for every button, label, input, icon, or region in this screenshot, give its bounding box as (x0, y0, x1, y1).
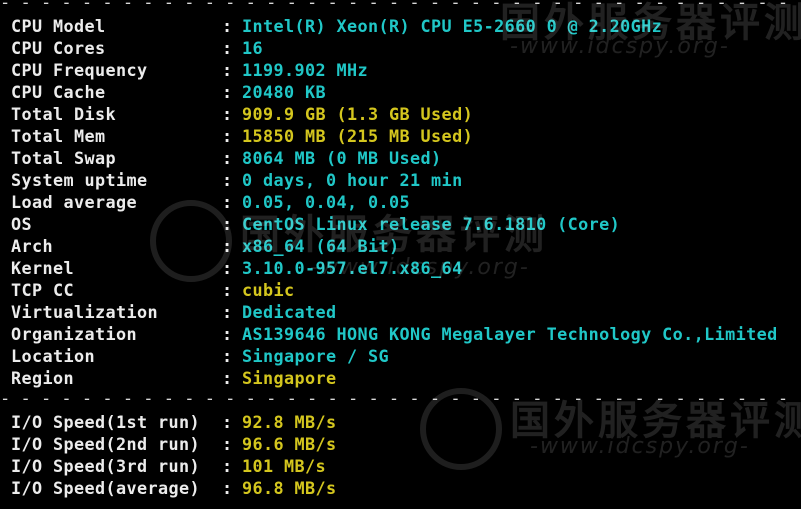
row-label: CPU Frequency (11, 60, 148, 80)
row-label: Virtualization (11, 302, 159, 322)
info-row: I/O Speed(3rd run):101 MB/s (0, 455, 801, 477)
row-colon: : (222, 104, 233, 124)
row-label: Load average (11, 192, 138, 212)
row-value: Dedicated (242, 302, 337, 322)
row-colon: : (222, 456, 233, 476)
row-value: cubic (242, 280, 295, 300)
info-row: Arch: x86_64 (64 Bit) (0, 235, 801, 257)
row-colon: : (222, 192, 233, 212)
row-colon: : (222, 236, 233, 256)
row-colon: : (222, 148, 233, 168)
row-colon: : (222, 16, 233, 36)
info-row: Total Swap:8064 MB (0 MB Used) (0, 147, 801, 169)
info-row: CPU Cores:16 (0, 37, 801, 59)
row-label: Kernel (11, 258, 75, 278)
info-row: Region: Singapore (0, 367, 801, 389)
row-label: Total Mem (11, 126, 106, 146)
row-value: 8064 MB (0 MB Used) (242, 148, 442, 168)
info-row: TCP CC: cubic (0, 279, 801, 301)
row-value: 92.8 MB/s (242, 412, 337, 432)
separator-line-top: - - - - - - - - - - - - - - - - - - - - … (0, 0, 801, 8)
info-row: Load average:0.05, 0.04, 0.05 (0, 191, 801, 213)
row-value: CentOS Linux release 7.6.1810 (Core) (242, 214, 621, 234)
info-row: Organization: AS139646 HONG KONG Megalaye… (0, 323, 801, 345)
info-row: OS: CentOS Linux release 7.6.1810 (Core) (0, 213, 801, 235)
row-value: 15850 MB (215 MB Used) (242, 126, 474, 146)
row-value: 0 days, 0 hour 21 min (242, 170, 463, 190)
row-label: I/O Speed(3rd run) (11, 456, 201, 476)
row-colon: : (222, 170, 233, 190)
row-value: AS139646 HONG KONG Megalayer Technology … (242, 324, 778, 344)
row-colon: : (222, 412, 233, 432)
info-row: Total Disk:909.9 GB (1.3 GB Used) (0, 103, 801, 125)
row-label: Location (11, 346, 96, 366)
row-label: Organization (11, 324, 138, 344)
row-value: 20480 KB (242, 82, 327, 102)
info-row: CPU Cache:20480 KB (0, 81, 801, 103)
row-value: 1199.902 MHz (242, 60, 369, 80)
row-colon: : (222, 346, 233, 366)
info-row: System uptime:0 days, 0 hour 21 min (0, 169, 801, 191)
info-row: CPU Model: Intel(R) Xeon(R) CPU E5-2660 0… (0, 15, 801, 37)
row-colon: : (222, 258, 233, 278)
info-row: I/O Speed(1st run):92.8 MB/s (0, 411, 801, 433)
terminal-window[interactable]: - - - - - - - - - - - - - - - - - - - - … (0, 0, 801, 509)
row-label: CPU Cache (11, 82, 106, 102)
row-colon: : (222, 302, 233, 322)
row-colon: : (222, 82, 233, 102)
row-label: TCP CC (11, 280, 75, 300)
row-value: 909.9 GB (1.3 GB Used) (242, 104, 474, 124)
row-value: x86_64 (64 Bit) (242, 236, 400, 256)
row-label: I/O Speed(average) (11, 478, 201, 498)
row-colon: : (222, 280, 233, 300)
row-colon: : (222, 60, 233, 80)
row-label: CPU Cores (11, 38, 106, 58)
row-label: Region (11, 368, 75, 388)
row-label: Total Swap (11, 148, 117, 168)
row-colon: : (222, 126, 233, 146)
row-colon: : (222, 434, 233, 454)
row-label: I/O Speed(2nd run) (11, 434, 201, 454)
info-row: Location: Singapore / SG (0, 345, 801, 367)
row-value: 0.05, 0.04, 0.05 (242, 192, 411, 212)
row-colon: : (222, 38, 233, 58)
row-value: 16 (242, 38, 264, 58)
row-value: 3.10.0-957.el7.x86_64 (242, 258, 463, 278)
info-row: I/O Speed(2nd run):96.6 MB/s (0, 433, 801, 455)
row-colon: : (222, 478, 233, 498)
row-value: 96.6 MB/s (242, 434, 337, 454)
info-row: Total Mem:15850 MB (215 MB Used) (0, 125, 801, 147)
row-label: System uptime (11, 170, 148, 190)
row-colon: : (222, 214, 233, 234)
row-label: Total Disk (11, 104, 117, 124)
separator-line-middle: - - - - - - - - - - - - - - - - - - - - … (0, 394, 801, 404)
info-row: Kernel:3.10.0-957.el7.x86_64 (0, 257, 801, 279)
row-label: CPU Model (11, 16, 106, 36)
info-row: Virtualization: Dedicated (0, 301, 801, 323)
row-label: Arch (11, 236, 54, 256)
info-row: I/O Speed(average):96.8 MB/s (0, 477, 801, 499)
row-colon: : (222, 368, 233, 388)
row-value: Intel(R) Xeon(R) CPU E5-2660 0 @ 2.20GHz (242, 16, 663, 36)
row-value: 96.8 MB/s (242, 478, 337, 498)
info-row: CPU Frequency:1199.902 MHz (0, 59, 801, 81)
row-label: OS (11, 214, 33, 234)
row-value: Singapore (242, 368, 337, 388)
row-value: Singapore / SG (242, 346, 390, 366)
row-value: 101 MB/s (242, 456, 327, 476)
row-label: I/O Speed(1st run) (11, 412, 201, 432)
row-colon: : (222, 324, 233, 344)
